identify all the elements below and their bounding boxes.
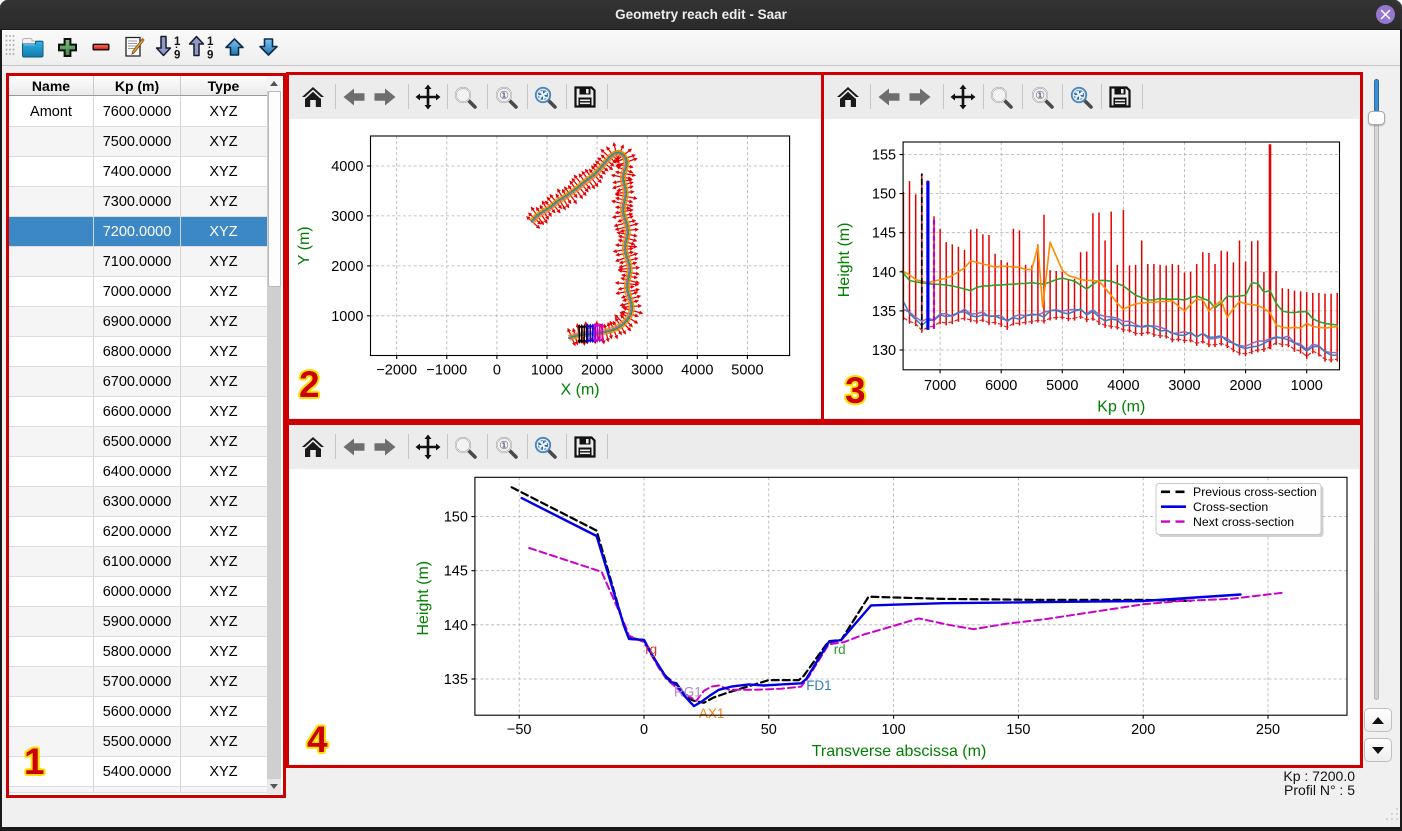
svg-text:5000: 5000 xyxy=(1046,378,1078,394)
svg-text:0: 0 xyxy=(639,722,647,738)
svg-text:135: 135 xyxy=(443,672,467,688)
svg-text:①: ① xyxy=(499,90,509,102)
svg-text:−2000: −2000 xyxy=(376,363,417,379)
svg-text:5000: 5000 xyxy=(731,363,763,379)
svg-text:Height (m): Height (m) xyxy=(836,223,853,298)
svg-text:4000: 4000 xyxy=(1107,378,1139,394)
svg-text:Next cross-section: Next cross-section xyxy=(1193,515,1294,529)
svg-text:X (m): X (m) xyxy=(560,382,599,399)
svg-text:①: ① xyxy=(1035,90,1045,102)
svg-text:−50: −50 xyxy=(506,722,531,738)
svg-text:1000: 1000 xyxy=(331,309,363,325)
svg-text:150: 150 xyxy=(443,510,467,526)
svg-text:Y (m): Y (m) xyxy=(296,226,313,265)
svg-text:Previous cross-section: Previous cross-section xyxy=(1193,485,1317,499)
svg-text:130: 130 xyxy=(872,343,896,359)
svg-text:145: 145 xyxy=(443,564,467,580)
svg-text:200: 200 xyxy=(1131,722,1155,738)
svg-text:3000: 3000 xyxy=(631,363,663,379)
svg-text:Height (m): Height (m) xyxy=(415,561,432,636)
svg-text:4000: 4000 xyxy=(331,159,363,175)
svg-text:50: 50 xyxy=(760,722,776,738)
svg-text:140: 140 xyxy=(872,265,896,281)
svg-text:6000: 6000 xyxy=(985,378,1017,394)
svg-text:145: 145 xyxy=(872,226,896,242)
svg-text:7000: 7000 xyxy=(924,378,956,394)
svg-text:150: 150 xyxy=(1006,722,1030,738)
svg-text:AX1: AX1 xyxy=(698,706,724,721)
svg-text:FD1: FD1 xyxy=(806,678,832,693)
svg-text:140: 140 xyxy=(443,618,467,634)
svg-text:rg: rg xyxy=(645,642,657,657)
svg-text:rd: rd xyxy=(833,642,845,657)
svg-text:Transverse abscissa (m): Transverse abscissa (m) xyxy=(811,743,986,760)
svg-text:−1000: −1000 xyxy=(426,363,467,379)
svg-text:150: 150 xyxy=(872,187,896,203)
svg-text:0: 0 xyxy=(492,363,500,379)
svg-text:Kp (m): Kp (m) xyxy=(1097,398,1145,415)
svg-text:Cross-section: Cross-section xyxy=(1193,500,1268,514)
svg-text:1000: 1000 xyxy=(1291,378,1323,394)
svg-text:2000: 2000 xyxy=(331,259,363,275)
svg-text:2000: 2000 xyxy=(580,363,612,379)
svg-text:①: ① xyxy=(499,440,509,452)
svg-text:RG1: RG1 xyxy=(674,684,702,699)
svg-text:4000: 4000 xyxy=(681,363,713,379)
svg-text:3000: 3000 xyxy=(331,209,363,225)
svg-text:100: 100 xyxy=(881,722,905,738)
svg-text:250: 250 xyxy=(1255,722,1279,738)
svg-text:1000: 1000 xyxy=(530,363,562,379)
svg-text:2000: 2000 xyxy=(1229,378,1261,394)
svg-text:135: 135 xyxy=(872,304,896,320)
svg-text:155: 155 xyxy=(872,148,896,164)
svg-text:3000: 3000 xyxy=(1168,378,1200,394)
